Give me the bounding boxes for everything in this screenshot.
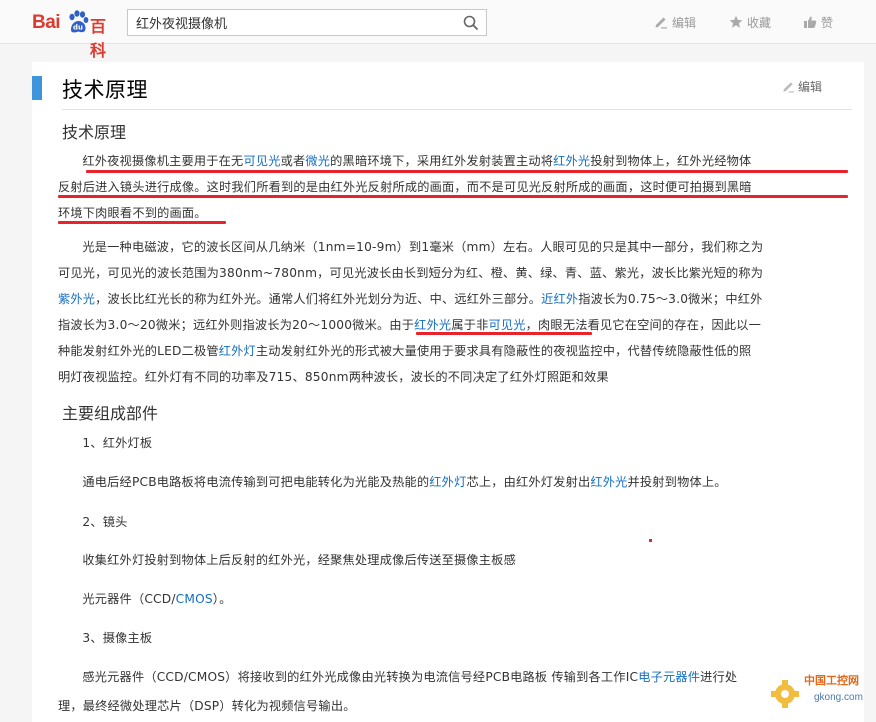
search-box (127, 9, 487, 36)
link-low-light[interactable]: 微光 (305, 154, 330, 168)
link-cmos[interactable]: CMOS (176, 592, 213, 606)
component-item-text: 光元器件（CCD/CMOS）。 (82, 592, 232, 606)
link-visible-light[interactable]: 可见光 (488, 318, 525, 332)
components-title: 主要组成部件 (62, 404, 159, 423)
link-infrared-light[interactable]: 红外光 (553, 154, 590, 168)
gkong-watermark-logo: 中国工控网 gkong.com (771, 673, 863, 708)
section-edit-button[interactable]: 编辑 (782, 78, 822, 95)
section-divider (62, 109, 852, 110)
component-item-text: 感光元器件（CCD/CMOS）将接收到的红外光成像由光转换为电流信号经PCB电路… (58, 670, 738, 713)
link-ultraviolet[interactable]: 紫外光 (58, 292, 95, 306)
link-near-infrared[interactable]: 近红外 (541, 292, 578, 306)
component-item-text: 收集红外灯投射到物体上后反射的红外光，经聚焦处理成像后传送至摄像主板感 (82, 553, 516, 567)
text-line: 种能发射红外光的LED二极管红外灯主动发射红外光的形式被大量使用于要求具有隐蔽性… (58, 344, 752, 358)
logo-baike-text: 百科 (90, 17, 107, 60)
subsection-title: 技术原理 (62, 123, 127, 142)
svg-text:du: du (73, 24, 83, 32)
watermark-cn-text: 中国工控网 (804, 673, 859, 687)
link-infrared-light[interactable]: 红外光 (590, 475, 627, 489)
text-line: 光是一种电磁波，它的波长区间从几纳米（1nm=10-9m）到1毫米（mm）左右。… (82, 240, 764, 254)
component-item-text: 通电后经PCB电路板将电流传输到可把电能转化为光能及热能的红外灯芯上，由红外灯发… (82, 475, 727, 489)
link-infrared-lamp[interactable]: 红外灯 (429, 475, 466, 489)
baidu-baike-logo[interactable]: Bai du 百科 (32, 8, 118, 60)
link-electronic-components[interactable]: 电子元器件 (638, 670, 700, 684)
section-edit-label: 编辑 (797, 80, 822, 94)
link-visible-light[interactable]: 可见光 (243, 154, 280, 168)
edit-button[interactable]: 编辑 (654, 13, 696, 31)
search-icon[interactable] (463, 15, 479, 31)
paw-icon: du (69, 10, 89, 33)
text-line: 明灯夜视监控。红外灯有不同的功率及715、850nm两种波长，波长的不同决定了红… (58, 370, 609, 384)
favorite-label: 收藏 (747, 15, 772, 30)
like-label: 赞 (821, 15, 834, 30)
favorite-button[interactable]: 收藏 (729, 13, 771, 31)
paragraph-light-theory: 光是一种电磁波，它的波长区间从几纳米（1nm=10-9m）到1毫米（mm）左右。… (58, 234, 854, 390)
content-panel: 技术原理 编辑 技术原理 红外夜视摄像机主要用于在无可见光或者微光的黑暗环境下，… (32, 62, 864, 722)
pencil-icon (783, 82, 795, 93)
component-item-title: 1、红外灯板 (82, 436, 153, 450)
edit-label: 编辑 (672, 15, 697, 30)
annotation-underline (58, 221, 226, 224)
top-bar: Bai du 百科 编辑 收藏 赞 (0, 0, 876, 60)
section-accent-bar (32, 76, 42, 100)
annotation-dot (649, 539, 652, 542)
section-title: 技术原理 (62, 78, 148, 102)
annotation-underline (86, 170, 848, 173)
text-line: 紫外光，波长比红光长的称为红外光。通常人们将红外光划分为近、中、远红外三部分。近… (58, 292, 763, 306)
annotation-underline (416, 332, 592, 335)
watermark-url-text: gkong.com (814, 692, 863, 703)
pencil-icon (655, 17, 667, 29)
component-item-title: 2、镜头 (82, 515, 128, 529)
like-button[interactable]: 赞 (803, 13, 833, 31)
component-item-title: 3、摄像主板 (82, 631, 153, 645)
link-infrared-lamp[interactable]: 红外灯 (219, 344, 256, 358)
star-icon (729, 15, 743, 28)
paragraph-principle: 红外夜视摄像机主要用于在无可见光或者微光的黑暗环境下，采用红外发射装置主动将红外… (58, 148, 854, 226)
search-input[interactable] (128, 10, 454, 35)
thumbs-up-icon (804, 16, 817, 28)
link-infrared-light[interactable]: 红外光 (414, 318, 451, 332)
annotation-underline (58, 195, 848, 198)
logo-bai-text: Bai (32, 12, 61, 33)
text-line: 可见光，可见光的波长范围为380nm~780nm，可见光波长由长到短分为红、橙、… (58, 266, 764, 280)
